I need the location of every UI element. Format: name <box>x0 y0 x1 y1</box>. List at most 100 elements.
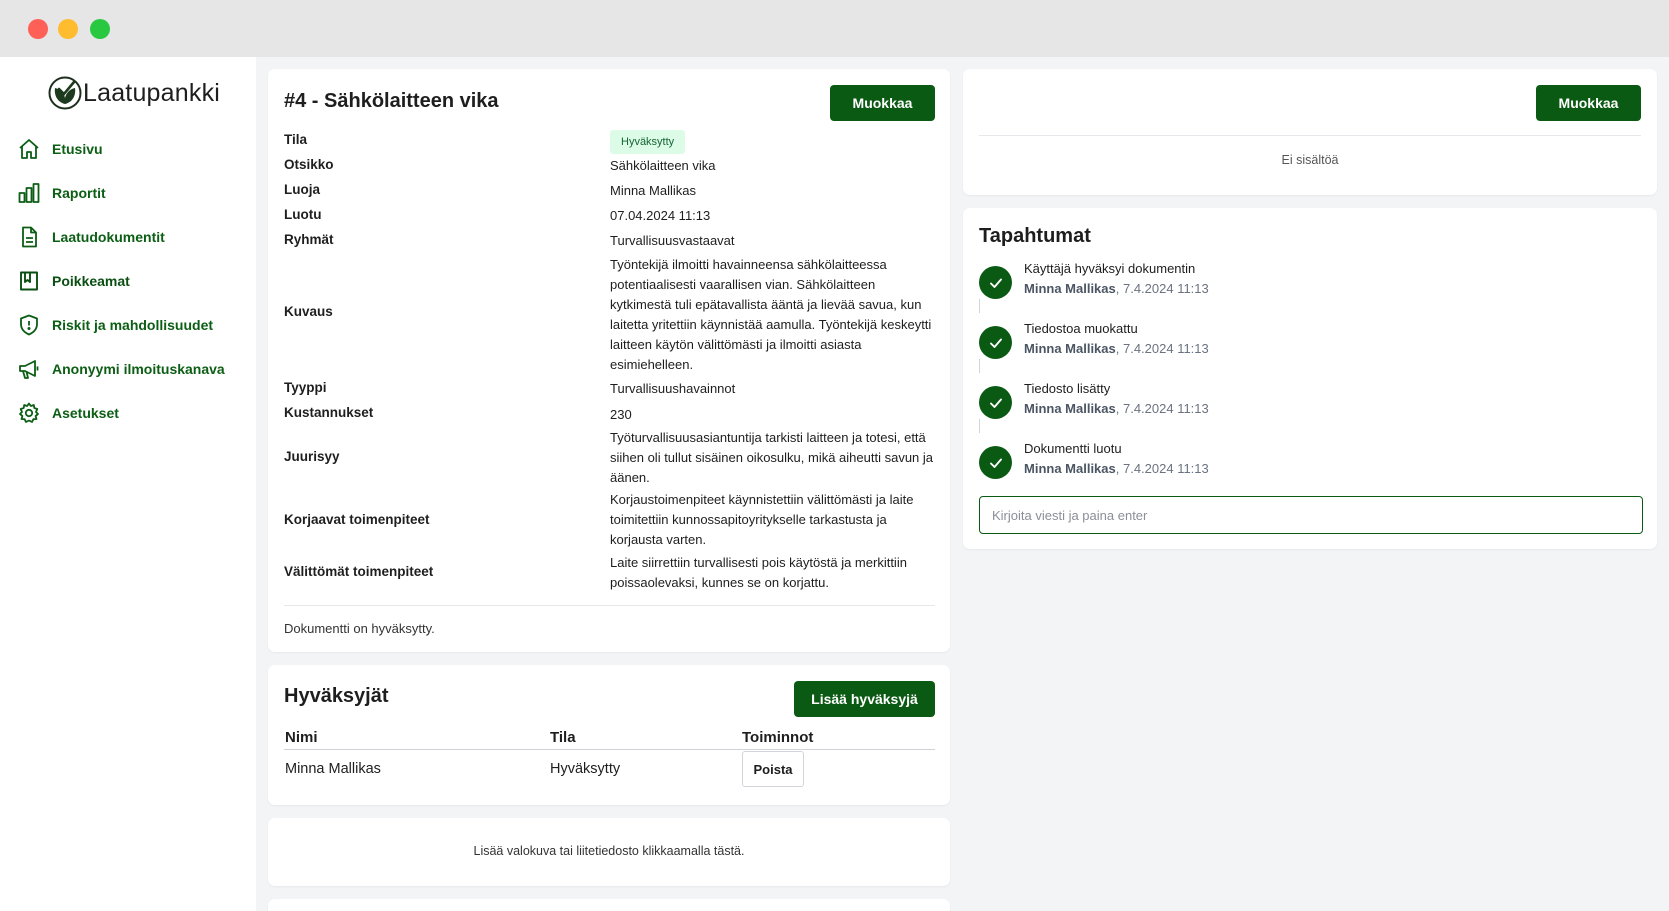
attachment-dropzone[interactable]: Lisää valokuva tai liitetiedosto klikkaa… <box>268 818 950 886</box>
column-header-status: Tila <box>550 729 576 746</box>
event-item: Tiedostoa muokattu Minna Mallikas, 7.4.2… <box>979 321 1579 386</box>
event-meta: Minna Mallikas, 7.4.2024 11:13 <box>1024 401 1209 416</box>
status-badge-cell: Hyväksytty <box>610 130 938 154</box>
shield-icon <box>20 314 38 336</box>
check-icon <box>979 386 1012 419</box>
empty-content-text: Ei sisältöä <box>1281 153 1339 167</box>
sidebar-item-label: Etusivu <box>52 141 103 157</box>
brand-logo[interactable]: Laatupankki <box>48 74 220 112</box>
event-title: Käyttäjä hyväksyi dokumentin <box>1024 261 1196 276</box>
field-label: Kustannukset <box>284 405 374 420</box>
brand-name: Laatupankki <box>83 78 221 107</box>
event-title: Dokumentti luotu <box>1024 441 1122 456</box>
event-time: , 7.4.2024 11:13 <box>1115 281 1209 296</box>
field-value: 07.04.2024 11:13 <box>610 208 711 223</box>
sidebar-item-label: Asetukset <box>52 405 119 421</box>
event-meta: Minna Mallikas, 7.4.2024 11:13 <box>1024 281 1209 296</box>
event-user: Minna Mallikas <box>1024 401 1116 416</box>
maximize-window-button[interactable] <box>90 19 110 39</box>
field-value: Korjaustoimenpiteet käynnistettiin välit… <box>610 492 914 547</box>
approvers-card: Hyväksyjät Lisää hyväksyjä Nimi Tila Toi… <box>268 665 950 805</box>
main-content: #4 - Sähkölaitteen vika Muokkaa Tila Hyv… <box>256 57 1669 911</box>
minimize-window-button[interactable] <box>58 19 78 39</box>
home-icon <box>19 139 39 159</box>
event-time: , 7.4.2024 11:13 <box>1115 341 1209 356</box>
field-label: Ryhmät <box>284 232 334 247</box>
field-value: 230 <box>610 407 632 422</box>
field-label: Korjaavat toimenpiteet <box>284 512 430 527</box>
status-badge: Hyväksytty <box>610 130 686 154</box>
event-item: Tiedosto lisätty Minna Mallikas, 7.4.202… <box>979 381 1579 446</box>
check-icon <box>979 266 1012 299</box>
events-card: Tapahtumat Käyttäjä hyväksyi dokumentin … <box>963 208 1657 549</box>
document-title: #4 - Sähkölaitteen vika <box>284 90 499 112</box>
field-label: Juurisyy <box>284 449 340 464</box>
gear-icon <box>19 402 39 423</box>
sidebar-item-label: Riskit ja mahdollisuudet <box>52 317 214 333</box>
events-title: Tapahtumat <box>979 225 1091 247</box>
document-icon <box>22 226 37 248</box>
close-window-button[interactable] <box>28 19 48 39</box>
document-details-card: #4 - Sähkölaitteen vika Muokkaa Tila Hyv… <box>268 69 950 652</box>
field-label: Luoja <box>284 182 320 197</box>
event-meta: Minna Mallikas, 7.4.2024 11:13 <box>1024 341 1209 356</box>
field-label: Luotu <box>284 207 322 222</box>
table-header-divider <box>284 749 935 750</box>
remove-approver-button[interactable]: Poista <box>742 751 804 787</box>
sidebar-item-riskit[interactable]: Riskit ja mahdollisuudet <box>0 303 256 347</box>
bar-chart-icon <box>18 183 40 203</box>
attachment-prompt: Lisää valokuva tai liitetiedosto klikkaa… <box>473 844 745 858</box>
field-value: Työturvallisuusasiantuntija tarkisti lai… <box>610 430 934 485</box>
field-label: Otsikko <box>284 157 334 172</box>
field-value: Sähkölaitteen vika <box>610 158 716 173</box>
sidebar-item-poikkeamat[interactable]: Poikkeamat <box>0 259 256 303</box>
sidebar-item-etusivu[interactable]: Etusivu <box>0 127 256 171</box>
sidebar-item-label: Laatudokumentit <box>52 229 165 245</box>
event-title: Tiedostoa muokattu <box>1024 321 1138 336</box>
field-label: Tila <box>284 132 308 147</box>
field-value: Työntekijä ilmoitti havainneensa sähköla… <box>610 257 932 372</box>
approval-status-note: Dokumentti on hyväksytty. <box>284 621 435 636</box>
approvers-title: Hyväksyjät <box>284 685 389 707</box>
sidebar-item-anonyymi[interactable]: Anonyymi ilmoituskanava <box>0 347 256 391</box>
sidebar-item-laatudokumentit[interactable]: Laatudokumentit <box>0 215 256 259</box>
field-label: Tyyppi <box>284 380 327 395</box>
section-divider <box>284 605 935 606</box>
edit-document-button[interactable]: Muokkaa <box>830 85 935 121</box>
field-value: Turvallisuusvastaavat <box>610 233 735 248</box>
sidebar: Laatupankki Etusivu Raportit Laatudokume… <box>0 57 256 911</box>
window-titlebar <box>0 0 1669 57</box>
event-meta: Minna Mallikas, 7.4.2024 11:13 <box>1024 461 1209 476</box>
sidebar-item-label: Anonyymi ilmoituskanava <box>52 361 225 377</box>
field-label: Kuvaus <box>284 304 333 319</box>
content-divider <box>979 135 1641 136</box>
event-user: Minna Mallikas <box>1024 341 1116 356</box>
message-input[interactable] <box>979 496 1643 534</box>
field-label: Välittömät toimenpiteet <box>284 564 434 579</box>
sidebar-item-asetukset[interactable]: Asetukset <box>0 391 256 435</box>
event-time: , 7.4.2024 11:13 <box>1115 461 1209 476</box>
edit-content-button[interactable]: Muokkaa <box>1536 85 1641 121</box>
additional-card <box>268 899 950 911</box>
sidebar-item-raportit[interactable]: Raportit <box>0 171 256 215</box>
check-icon <box>979 446 1012 479</box>
sidebar-nav: Etusivu Raportit Laatudokumentit Poikkea… <box>0 127 256 435</box>
book-icon <box>20 271 38 291</box>
sidebar-item-label: Raportit <box>52 185 106 201</box>
megaphone-icon <box>19 360 39 379</box>
column-header-name: Nimi <box>285 729 318 746</box>
check-icon <box>979 326 1012 359</box>
sidebar-item-label: Poikkeamat <box>52 273 130 289</box>
event-title: Tiedosto lisätty <box>1024 381 1111 396</box>
add-approver-button[interactable]: Lisää hyväksyjä <box>794 681 935 717</box>
approver-status: Hyväksytty <box>550 761 621 777</box>
leaf-check-logo-icon <box>48 76 82 110</box>
event-user: Minna Mallikas <box>1024 461 1116 476</box>
field-value: Turvallisuushavainnot <box>610 381 736 396</box>
approver-name: Minna Mallikas <box>285 761 381 777</box>
event-user: Minna Mallikas <box>1024 281 1116 296</box>
content-panel-card: Muokkaa Ei sisältöä <box>963 69 1657 195</box>
event-time: , 7.4.2024 11:13 <box>1115 401 1209 416</box>
event-item: Käyttäjä hyväksyi dokumentin Minna Malli… <box>979 261 1579 326</box>
field-value: Minna Mallikas <box>610 183 696 198</box>
